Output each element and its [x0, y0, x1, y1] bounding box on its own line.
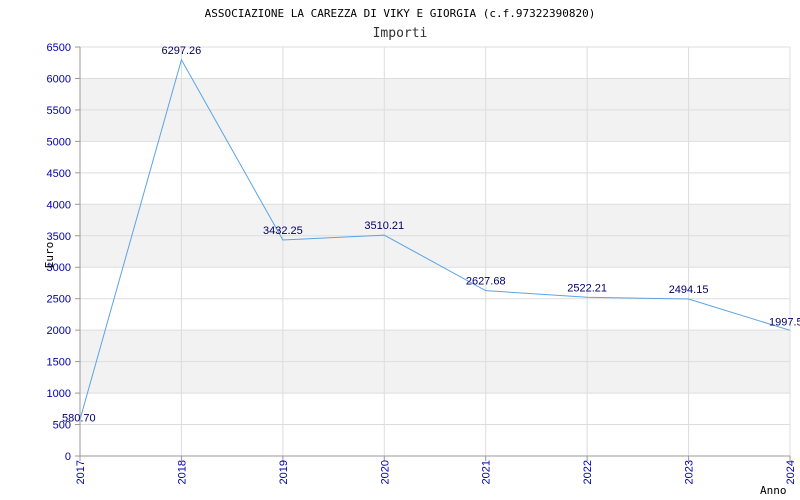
chart-subtitle: Importi	[373, 26, 428, 41]
grid-band	[80, 330, 790, 362]
data-label: 3510.21	[364, 220, 404, 232]
grid-band	[80, 361, 790, 394]
x-tick-label: 2018	[176, 460, 188, 484]
grid-band	[80, 204, 790, 236]
data-label: 6297.26	[162, 45, 202, 57]
x-tick-label: 2017	[75, 460, 87, 484]
data-label: 1997.56	[769, 316, 800, 328]
y-tick-label: 1000	[47, 388, 71, 400]
y-tick-label: 5000	[47, 136, 71, 148]
x-tick-label: 2023	[684, 460, 696, 484]
y-tick-label: 5500	[47, 105, 71, 117]
grid-band	[80, 78, 790, 110]
x-tick-label: 2024	[785, 460, 797, 484]
x-tick-label: 2022	[582, 460, 594, 484]
x-tick-labels: 2017 2018 2019 2020 2021 2022 2023 2024	[75, 460, 797, 484]
grid-band	[80, 109, 790, 142]
data-label: 2522.21	[567, 282, 607, 294]
x-axis-label: Anno	[760, 484, 787, 497]
x-tick-label: 2019	[278, 460, 290, 484]
x-tick-label: 2020	[379, 460, 391, 484]
y-axis-label: Euro	[43, 242, 56, 269]
data-label: 2494.15	[669, 284, 709, 296]
y-tick-label: 3500	[47, 231, 71, 243]
data-label: 2627.68	[466, 276, 506, 288]
data-label: 3432.25	[263, 225, 303, 237]
y-tick-label: 6500	[47, 42, 71, 54]
y-tick-label: 4000	[47, 199, 71, 211]
chart-title: ASSOCIAZIONE LA CAREZZA DI VIKY E GIORGI…	[205, 7, 596, 20]
x-tick-label: 2021	[481, 460, 493, 484]
y-tick-label: 0	[65, 451, 71, 463]
y-tick-label: 2500	[47, 294, 71, 306]
y-tick-label: 2000	[47, 325, 71, 337]
line-chart: ASSOCIAZIONE LA CAREZZA DI VIKY E GIORGI…	[43, 7, 800, 497]
data-label: 580.70	[62, 412, 96, 424]
y-tick-label: 1500	[47, 357, 71, 369]
y-tick-label: 4500	[47, 168, 71, 180]
y-tick-label: 6000	[47, 73, 71, 85]
